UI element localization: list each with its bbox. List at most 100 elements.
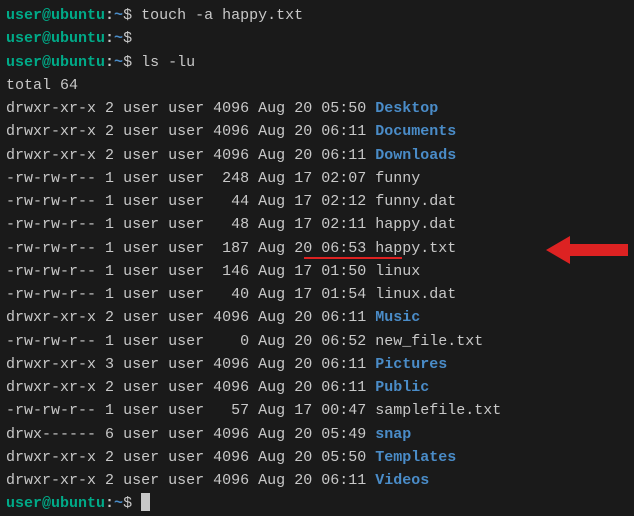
size: 4096 <box>213 356 249 373</box>
day: 17 <box>294 193 312 210</box>
perms: drwxr-xr-x <box>6 379 96 396</box>
owner: user <box>123 286 159 303</box>
time: 05:50 <box>321 100 366 117</box>
entry-name: Music <box>375 309 420 326</box>
listing-row: drwxr-xr-x 2 user user 4096 Aug 20 06:11… <box>6 469 628 492</box>
day: 20 <box>294 147 312 164</box>
month: Aug <box>258 263 285 280</box>
owner: user <box>123 147 159 164</box>
listing-row: drwxr-xr-x 2 user user 4096 Aug 20 05:50… <box>6 97 628 120</box>
day: 20 <box>294 100 312 117</box>
perms: drwxr-xr-x <box>6 356 96 373</box>
entry-name: Downloads <box>375 147 456 164</box>
owner: user <box>123 263 159 280</box>
group: user <box>168 286 204 303</box>
time: 02:07 <box>321 170 366 187</box>
month: Aug <box>258 472 285 489</box>
prompt-path: ~ <box>114 7 123 24</box>
month: Aug <box>258 333 285 350</box>
perms: -rw-rw-r-- <box>6 193 96 210</box>
links: 1 <box>105 263 114 280</box>
size: 40 <box>213 286 249 303</box>
perms: -rw-rw-r-- <box>6 333 96 350</box>
group: user <box>168 216 204 233</box>
size: 4096 <box>213 100 249 117</box>
time: 06:11 <box>321 309 366 326</box>
month: Aug <box>258 147 285 164</box>
perms: -rw-rw-r-- <box>6 286 96 303</box>
owner: user <box>123 472 159 489</box>
time: 05:50 <box>321 449 366 466</box>
size: 4096 <box>213 379 249 396</box>
day: 20 <box>294 472 312 489</box>
month: Aug <box>258 449 285 466</box>
group: user <box>168 193 204 210</box>
size: 187 <box>213 240 249 257</box>
size: 4096 <box>213 123 249 140</box>
time: 06:11 <box>321 147 366 164</box>
owner: user <box>123 123 159 140</box>
file-listing: drwxr-xr-x 2 user user 4096 Aug 20 05:50… <box>6 97 628 492</box>
entry-name: Desktop <box>375 100 438 117</box>
day: 20 <box>294 123 312 140</box>
size: 4096 <box>213 426 249 443</box>
size: 4096 <box>213 147 249 164</box>
time: 01:50 <box>321 263 366 280</box>
group: user <box>168 240 204 257</box>
month: Aug <box>258 170 285 187</box>
terminal-window[interactable]: user@ubuntu:~$ touch -a happy.txt user@u… <box>6 4 628 516</box>
prompt-colon: : <box>105 7 114 24</box>
links: 2 <box>105 100 114 117</box>
group: user <box>168 379 204 396</box>
month: Aug <box>258 123 285 140</box>
total-line: total 64 <box>6 74 628 97</box>
perms: drwx------ <box>6 426 96 443</box>
links: 2 <box>105 472 114 489</box>
listing-row: -rw-rw-r-- 1 user user 248 Aug 17 02:07 … <box>6 167 628 190</box>
owner: user <box>123 193 159 210</box>
size: 4096 <box>213 309 249 326</box>
links: 2 <box>105 379 114 396</box>
time: 06:53 <box>321 240 366 257</box>
day: 20 <box>294 426 312 443</box>
listing-row: drwxr-xr-x 2 user user 4096 Aug 20 06:11… <box>6 376 628 399</box>
links: 1 <box>105 402 114 419</box>
time: 06:11 <box>321 123 366 140</box>
listing-row: -rw-rw-r-- 1 user user 0 Aug 20 06:52 ne… <box>6 330 628 353</box>
size: 57 <box>213 402 249 419</box>
entry-name: happy.dat <box>375 216 456 233</box>
time: 06:52 <box>321 333 366 350</box>
listing-row: drwx------ 6 user user 4096 Aug 20 05:49… <box>6 423 628 446</box>
time: 01:54 <box>321 286 366 303</box>
entry-name: happy.txt <box>375 240 456 257</box>
month: Aug <box>258 402 285 419</box>
time: 06:11 <box>321 472 366 489</box>
listing-row: -rw-rw-r-- 1 user user 48 Aug 17 02:11 h… <box>6 213 628 236</box>
group: user <box>168 426 204 443</box>
listing-row: drwxr-xr-x 2 user user 4096 Aug 20 06:11… <box>6 120 628 143</box>
owner: user <box>123 379 159 396</box>
links: 1 <box>105 216 114 233</box>
day: 17 <box>294 263 312 280</box>
perms: drwxr-xr-x <box>6 147 96 164</box>
perms: -rw-rw-r-- <box>6 240 96 257</box>
day: 20 <box>294 379 312 396</box>
arrow-shaft <box>570 244 628 256</box>
owner: user <box>123 216 159 233</box>
links: 2 <box>105 123 114 140</box>
group: user <box>168 147 204 164</box>
size: 0 <box>213 333 249 350</box>
group: user <box>168 309 204 326</box>
arrow-left-icon <box>546 236 570 264</box>
links: 2 <box>105 147 114 164</box>
links: 1 <box>105 170 114 187</box>
size: 146 <box>213 263 249 280</box>
day: 17 <box>294 402 312 419</box>
day: 20 <box>294 309 312 326</box>
prompt-line-final[interactable]: user@ubuntu:~$ <box>6 492 628 515</box>
perms: -rw-rw-r-- <box>6 170 96 187</box>
entry-name: Videos <box>375 472 429 489</box>
owner: user <box>123 426 159 443</box>
time: 02:11 <box>321 216 366 233</box>
perms: drwxr-xr-x <box>6 472 96 489</box>
